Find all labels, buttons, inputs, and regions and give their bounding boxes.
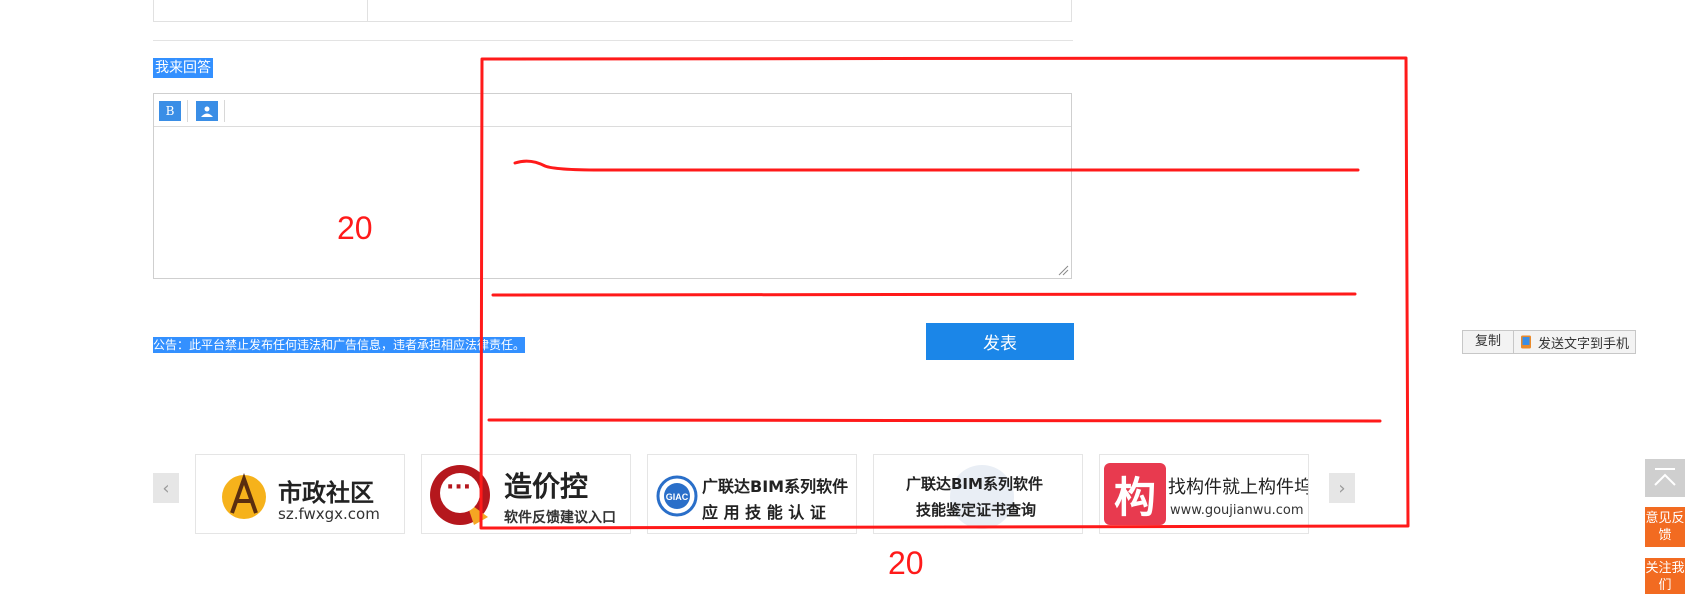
banner-shizheng[interactable]: 市政社区 sz.fwxgx.com xyxy=(195,454,405,534)
banner-title: 广联达BIM系列软件 xyxy=(906,475,1043,493)
banner-title: 广联达BIM系列软件 xyxy=(702,477,849,496)
copy-toolbar: 复制 发送文字到手机 xyxy=(1462,330,1637,354)
follow-us-button[interactable]: 关注我们 xyxy=(1645,558,1685,594)
carousel-next-button[interactable]: › xyxy=(1329,473,1355,503)
phone-icon xyxy=(1521,335,1532,349)
notice-text: 公告：此平台禁止发布任何违法和广告信息，违者承担相应法律责任。 xyxy=(153,337,526,353)
annotation-line-3 xyxy=(487,418,1382,423)
zaojiakong-logo-dots: ··· xyxy=(446,475,472,500)
banner-bim-cert[interactable]: GIAC 广联达BIM系列软件 应 用 技 能 认 证 xyxy=(647,454,857,534)
submit-button[interactable]: 发表 xyxy=(926,323,1074,360)
answer-editor: B xyxy=(153,93,1072,279)
banner-subtitle: 应 用 技 能 认 证 xyxy=(702,503,826,522)
toolbar-separator xyxy=(224,100,225,122)
goujianwu-logo-icon: 构 xyxy=(1104,463,1166,525)
toolbar-separator xyxy=(187,100,188,122)
shizheng-logo-icon xyxy=(222,472,266,519)
banner-subtitle: 软件反馈建议入口 xyxy=(504,510,616,526)
back-to-top-button[interactable] xyxy=(1645,459,1685,497)
banner-title: 市政社区 xyxy=(278,479,374,507)
carousel-prev-button[interactable]: ‹ xyxy=(153,473,179,503)
annotation-number-bottom: 20 xyxy=(888,545,924,581)
send-to-phone-button[interactable]: 发送文字到手机 xyxy=(1514,331,1635,353)
annotation-number-left: 20 xyxy=(337,210,373,246)
image-icon xyxy=(201,106,213,117)
banner-bim-query[interactable]: 广联达BIM系列软件 技能鉴定证书查询 xyxy=(873,454,1083,534)
banner-title: 找构件就上构件坞 xyxy=(1168,477,1309,498)
insert-image-button[interactable] xyxy=(196,101,218,121)
copy-button[interactable]: 复制 xyxy=(1463,331,1515,353)
giac-logo-icon: GIAC xyxy=(656,475,698,517)
send-to-phone-label: 发送文字到手机 xyxy=(1538,336,1630,352)
answers-table-bottom xyxy=(153,0,1072,22)
answer-textarea[interactable] xyxy=(154,127,1071,278)
section-divider xyxy=(153,40,1073,41)
bold-button[interactable]: B xyxy=(159,101,181,121)
banner-subtitle: 技能鉴定证书查询 xyxy=(916,501,1037,519)
feedback-button[interactable]: 意见反馈 xyxy=(1645,507,1685,547)
editor-toolbar: B xyxy=(154,94,1071,127)
resize-grip-icon[interactable] xyxy=(1058,265,1069,276)
banner-subtitle: www.goujianwu.com xyxy=(1170,503,1304,518)
arrow-up-icon xyxy=(1654,468,1676,486)
banner-goujianwu[interactable]: 构 找构件就上构件坞 www.goujianwu.com xyxy=(1099,454,1309,534)
annotation-line-2 xyxy=(491,292,1357,297)
banner-subtitle: sz.fwxgx.com xyxy=(278,505,380,523)
banner-zaojiakong[interactable]: ··· 造价控 软件反馈建议入口 xyxy=(421,454,631,534)
banner-title: 造价控 xyxy=(504,470,589,503)
giac-logo-text: GIAC xyxy=(666,492,689,502)
answer-heading: 我来回答 xyxy=(153,58,213,78)
